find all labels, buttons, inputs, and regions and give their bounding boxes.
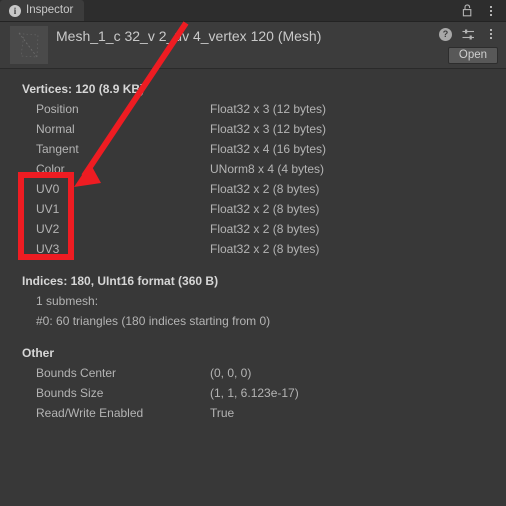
attribute-name: Position <box>36 102 79 116</box>
property-value: (0, 0, 0) <box>210 366 252 380</box>
preset-settings-icon[interactable] <box>461 26 475 42</box>
property-value: True <box>210 406 235 420</box>
tab-strip: i Inspector <box>0 0 506 21</box>
attribute-format: UNorm8 x 4 (4 bytes) <box>210 162 325 176</box>
vertex-attribute-row: UV3 Float32 x 2 (8 bytes) <box>0 239 506 259</box>
attribute-name: UV3 <box>36 242 60 256</box>
other-property-row: Bounds Size (1, 1, 6.123e-17) <box>0 383 506 403</box>
vertex-attribute-row: Tangent Float32 x 4 (16 bytes) <box>0 139 506 159</box>
attribute-name: Tangent <box>36 142 79 156</box>
open-button[interactable]: Open <box>448 47 498 64</box>
submesh-count-label: 1 submesh: <box>36 294 99 308</box>
property-value: (1, 1, 6.123e-17) <box>210 386 299 400</box>
vertex-attribute-row: UV0 Float32 x 2 (8 bytes) <box>0 179 506 199</box>
asset-title: Mesh_1_c 32_v 2_uv 4_vertex 120 (Mesh) <box>56 28 322 44</box>
lock-icon[interactable] <box>460 3 474 19</box>
more-menu-dots <box>490 4 492 18</box>
attribute-format: Float32 x 2 (8 bytes) <box>210 182 320 196</box>
vertex-attribute-row: Normal Float32 x 3 (12 bytes) <box>0 119 506 139</box>
inspector-body: Vertices: 120 (8.9 KB) Position Float32 … <box>0 68 506 506</box>
other-property-row: Bounds Center (0, 0, 0) <box>0 363 506 383</box>
attribute-format: Float32 x 2 (8 bytes) <box>210 202 320 216</box>
submesh-row: #0: 60 triangles (180 indices starting f… <box>36 314 271 328</box>
attribute-format: Float32 x 2 (8 bytes) <box>210 222 320 236</box>
other-property-row: Read/Write Enabled True <box>0 403 506 423</box>
vertices-section-title: Vertices: 120 (8.9 KB) <box>22 82 145 96</box>
attribute-name: Normal <box>36 122 75 136</box>
inspector-header: Mesh_1_c 32_v 2_uv 4_vertex 120 (Mesh) ?… <box>0 21 506 68</box>
tab-inspector-label: Inspector <box>26 4 74 16</box>
more-menu-dots <box>490 27 492 41</box>
attribute-format: Float32 x 3 (12 bytes) <box>210 122 327 136</box>
more-menu-icon[interactable] <box>484 3 498 19</box>
vertex-attribute-row: Position Float32 x 3 (12 bytes) <box>0 99 506 119</box>
info-icon: i <box>9 4 21 17</box>
property-name: Read/Write Enabled <box>36 406 144 420</box>
vertex-attribute-row: UV1 Float32 x 2 (8 bytes) <box>0 199 506 219</box>
attribute-name: UV2 <box>36 222 60 236</box>
vertex-attribute-row: UV2 Float32 x 2 (8 bytes) <box>0 219 506 239</box>
mesh-preview-thumbnail[interactable] <box>10 26 48 64</box>
attribute-format: Float32 x 4 (16 bytes) <box>210 142 327 156</box>
attribute-format: Float32 x 3 (12 bytes) <box>210 102 327 116</box>
property-name: Bounds Center <box>36 366 117 380</box>
attribute-name: UV1 <box>36 202 60 216</box>
tab-inspector[interactable]: i Inspector <box>0 0 85 21</box>
more-menu-icon[interactable] <box>484 26 498 42</box>
attribute-name: UV0 <box>36 182 60 196</box>
indices-section-title: Indices: 180, UInt16 format (360 B) <box>22 274 219 288</box>
help-icon[interactable]: ? <box>439 27 452 41</box>
other-section-title: Other <box>22 346 55 360</box>
attribute-name: Color <box>36 162 65 176</box>
property-name: Bounds Size <box>36 386 104 400</box>
inspector-window: i Inspector Mesh_1_c 32_v 2_uv 4_vertex … <box>0 0 506 506</box>
inspector-header-actions: ? <box>439 26 498 42</box>
vertex-attribute-row: Color UNorm8 x 4 (4 bytes) <box>0 159 506 179</box>
tab-strip-actions <box>460 0 506 21</box>
attribute-format: Float32 x 2 (8 bytes) <box>210 242 320 256</box>
